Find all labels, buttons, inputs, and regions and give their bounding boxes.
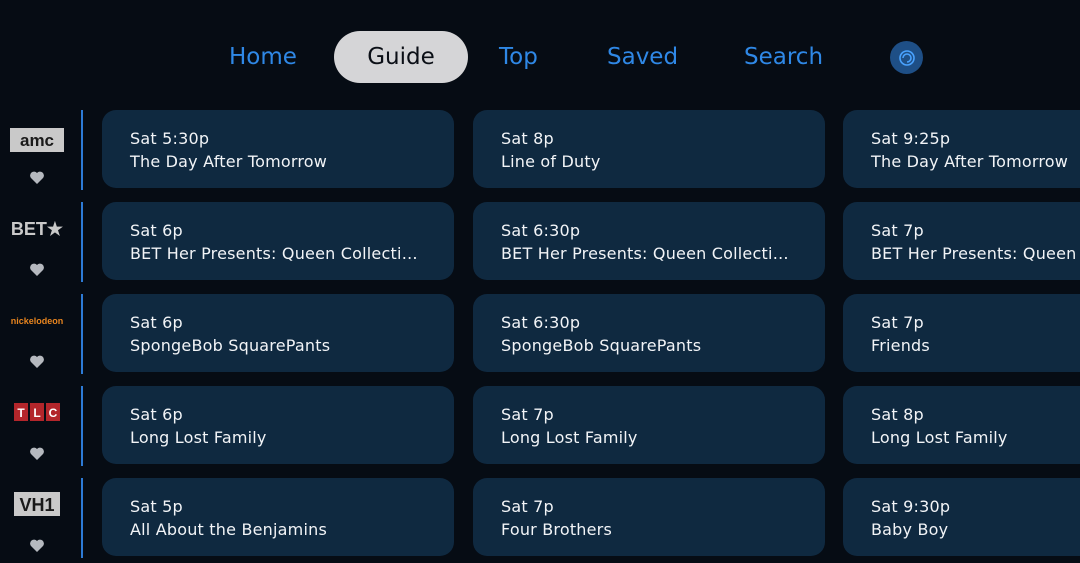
program-time: Sat 9:30p <box>871 497 951 516</box>
program-title: Four Brothers <box>501 520 612 539</box>
program-time: Sat 7p <box>871 313 924 332</box>
heart-icon[interactable] <box>29 354 45 369</box>
channel-row-nickelodeon: nickelodeon <box>0 292 84 376</box>
program-card[interactable]: Sat 9:25p The Day After Tomorrow <box>843 110 1080 188</box>
channel-logo-tlc[interactable]: T L C <box>8 398 66 426</box>
heart-icon[interactable] <box>29 538 45 553</box>
channel-row-amc: amc <box>0 108 84 192</box>
profile-swirl-icon <box>898 49 915 66</box>
channel-logo-amc[interactable]: amc <box>8 126 66 154</box>
top-nav: Home Guide Top Saved Search <box>0 0 1080 110</box>
profile-avatar-icon[interactable] <box>890 41 923 74</box>
program-card[interactable]: Sat 7p Long Lost Family <box>473 386 825 464</box>
program-time: Sat 6:30p <box>501 313 581 332</box>
heart-icon[interactable] <box>29 446 45 461</box>
program-title: BET Her Presents: Queen Collecti… <box>130 244 418 263</box>
divider <box>81 478 83 558</box>
guide-grid: amc BET★ nickelodeon T L C VH1 Sat 5:30p… <box>0 108 1080 563</box>
program-time: Sat 7p <box>501 497 554 516</box>
svg-text:nickelodeon: nickelodeon <box>11 316 64 326</box>
program-title: SpongeBob SquarePants <box>501 336 702 355</box>
program-card[interactable]: Sat 6p Long Lost Family <box>102 386 454 464</box>
divider <box>81 386 83 466</box>
program-title: The Day After Tomorrow <box>130 152 328 171</box>
program-time: Sat 6:30p <box>501 221 581 240</box>
program-title: SpongeBob SquarePants <box>130 336 331 355</box>
program-title: BET Her Presents: Queen Collecti… <box>501 244 789 263</box>
program-title: Baby Boy <box>871 520 949 539</box>
program-time: Sat 7p <box>871 221 924 240</box>
program-title: Long Lost Family <box>501 428 638 447</box>
program-card[interactable]: Sat 7p Four Brothers <box>473 478 825 556</box>
program-time: Sat 5:30p <box>130 129 210 148</box>
program-card[interactable]: Sat 9:30p Baby Boy <box>843 478 1080 556</box>
channel-logo-vh1[interactable]: VH1 <box>8 490 66 518</box>
nav-top[interactable]: Top <box>499 31 538 83</box>
heart-icon[interactable] <box>29 170 45 185</box>
nav-saved[interactable]: Saved <box>607 31 678 83</box>
program-title: The Day After Tomorrow <box>871 152 1069 171</box>
svg-text:C: C <box>49 406 58 420</box>
svg-text:BET★: BET★ <box>11 219 64 239</box>
program-time: Sat 6p <box>130 221 183 240</box>
svg-text:L: L <box>33 406 40 420</box>
program-title: Long Lost Family <box>871 428 1008 447</box>
channel-row-tlc: T L C <box>0 384 84 468</box>
nav-home[interactable]: Home <box>229 31 297 83</box>
channel-logo-nickelodeon[interactable]: nickelodeon <box>8 306 66 334</box>
svg-text:VH1: VH1 <box>19 495 54 515</box>
program-title: BET Her Presents: Queen <box>871 244 1077 263</box>
program-card[interactable]: Sat 7p Friends <box>843 294 1080 372</box>
program-card[interactable]: Sat 8p Line of Duty <box>473 110 825 188</box>
program-card[interactable]: Sat 6:30p SpongeBob SquarePants <box>473 294 825 372</box>
program-time: Sat 5p <box>130 497 183 516</box>
nav-guide[interactable]: Guide <box>334 31 468 83</box>
heart-icon[interactable] <box>29 262 45 277</box>
program-card[interactable]: Sat 7p BET Her Presents: Queen <box>843 202 1080 280</box>
program-time: Sat 6p <box>130 313 183 332</box>
svg-text:amc: amc <box>20 131 54 150</box>
program-title: Long Lost Family <box>130 428 267 447</box>
program-card[interactable]: Sat 5p All About the Benjamins <box>102 478 454 556</box>
program-card[interactable]: Sat 5:30p The Day After Tomorrow <box>102 110 454 188</box>
divider <box>81 294 83 374</box>
divider <box>81 110 83 190</box>
channel-logo-bet[interactable]: BET★ <box>8 214 66 242</box>
nav-search[interactable]: Search <box>744 31 823 83</box>
program-title: Friends <box>871 336 930 355</box>
svg-text:T: T <box>17 406 25 420</box>
program-time: Sat 8p <box>501 129 554 148</box>
channel-row-bet: BET★ <box>0 200 84 284</box>
program-card[interactable]: Sat 6p SpongeBob SquarePants <box>102 294 454 372</box>
program-title: All About the Benjamins <box>130 520 327 539</box>
divider <box>81 202 83 282</box>
channel-row-vh1: VH1 <box>0 476 84 560</box>
program-card[interactable]: Sat 8p Long Lost Family <box>843 386 1080 464</box>
program-time: Sat 7p <box>501 405 554 424</box>
program-card[interactable]: Sat 6p BET Her Presents: Queen Collecti… <box>102 202 454 280</box>
program-title: Line of Duty <box>501 152 601 171</box>
program-time: Sat 9:25p <box>871 129 951 148</box>
program-time: Sat 6p <box>130 405 183 424</box>
program-card[interactable]: Sat 6:30p BET Her Presents: Queen Collec… <box>473 202 825 280</box>
program-time: Sat 8p <box>871 405 924 424</box>
